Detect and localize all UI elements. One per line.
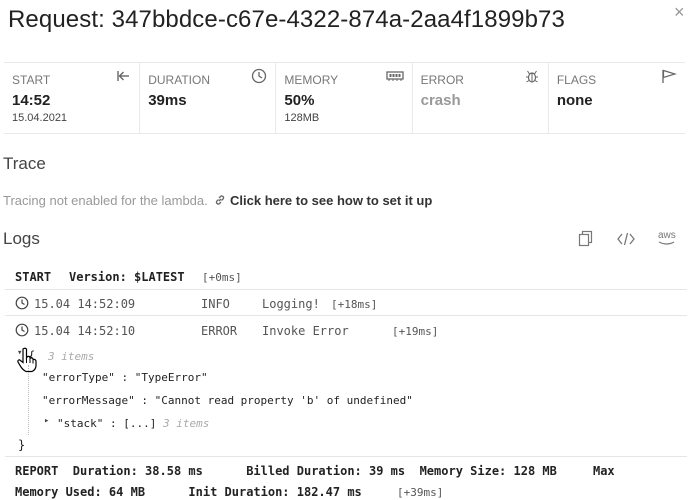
stat-flags: FLAGS none [549, 63, 685, 133]
log-version: Version: $LATEST [69, 270, 185, 284]
json-error-message: "errorMessage" : "Cannot read property '… [42, 394, 413, 407]
stat-value: crash [420, 92, 461, 109]
json-separator: : [121, 371, 129, 384]
aws-smile [658, 241, 675, 245]
report-line-1: REPORT Duration: 38.58 ms Billed Duratio… [15, 464, 615, 478]
log-row[interactable]: 15.04 14:52:09 INFO Logging! [+18ms] [5, 290, 687, 316]
json-stack[interactable]: "stack" : [...] 3 items [57, 417, 209, 430]
stat-memory: MEMORY 50% 128MB [276, 63, 413, 133]
log-offset: [+19ms] [392, 325, 439, 338]
link-icon [216, 195, 225, 205]
report-line-2: Memory Used: 64 MB Init Duration: 182.47… [15, 485, 362, 499]
stat-error: ERROR crash [413, 63, 549, 133]
json-key: "errorType" [42, 371, 115, 384]
json-value: "TypeError" [134, 371, 208, 384]
clock-icon [252, 68, 267, 84]
trace-heading: Trace [3, 154, 46, 173]
log-offset: [+0ms] [202, 271, 242, 284]
log-keyword: START [15, 270, 52, 284]
clock-icon [15, 323, 29, 337]
stat-duration: DURATION 39ms [140, 63, 277, 133]
json-value: [...] [123, 417, 157, 430]
trace-setup-link[interactable]: Click here to see how to set it up [230, 193, 432, 208]
trace-disabled-text: Tracing not enabled for the lambda. [3, 193, 208, 208]
json-viewer: ▾ { 3 items "errorType" : "TypeError" "e… [5, 342, 687, 457]
log-message: Invoke Error [262, 324, 349, 338]
log-row-start: START Version: $LATEST [+0ms] [5, 263, 687, 290]
log-offset: [+39ms] [397, 486, 444, 499]
json-error-type: "errorType" : "TypeError" [42, 371, 208, 384]
bug-icon [525, 70, 538, 83]
stat-value: 50% [284, 92, 315, 109]
log-row-report: REPORT Duration: 38.58 ms Billed Duratio… [5, 457, 687, 500]
json-separator: : [141, 394, 148, 407]
copy-icon[interactable] [578, 230, 594, 248]
log-row[interactable]: 15.04 14:52:10 ERROR Invoke Error [+19ms… [5, 316, 687, 342]
json-guide-line [28, 365, 29, 435]
flag-icon [662, 69, 677, 83]
json-items-hint: 3 items [48, 350, 95, 363]
log-level: INFO [201, 297, 230, 311]
aws-icon[interactable]: aws [658, 231, 676, 246]
json-key: "stack" [57, 417, 104, 430]
log-level: ERROR [201, 324, 238, 338]
stat-value: 14:52 [12, 92, 51, 109]
stat-sub: 15.04.2021 [12, 112, 68, 124]
log-offset: [+18ms] [331, 298, 378, 311]
stat-sub: 128MB [284, 112, 320, 124]
json-close-brace: } [18, 438, 26, 452]
stat-start: START 14:52 15.04.2021 [4, 63, 141, 133]
log-date: 15.04 14:52:09 [34, 297, 136, 311]
hand-cursor-icon [17, 347, 37, 373]
logs-heading: Logs [3, 229, 40, 248]
stat-value: none [556, 92, 593, 109]
close-icon[interactable]: × [674, 3, 685, 21]
expand-triangle-icon[interactable]: ▸ [44, 416, 49, 426]
page-title: Request: 347bbdce-c67e-4322-874a-2aa4f18… [8, 6, 565, 33]
json-items-hint: 3 items [162, 417, 210, 430]
json-separator: : [109, 417, 117, 430]
jump-to-start-icon[interactable] [115, 68, 131, 84]
stats-bar: START 14:52 15.04.2021 DURATION 39ms MEM… [4, 62, 685, 134]
json-value: "Cannot read property 'b' of undefined" [154, 394, 413, 407]
code-icon[interactable] [616, 230, 636, 248]
aws-label: aws [658, 230, 676, 241]
log-date: 15.04 14:52:10 [34, 324, 136, 338]
stat-value: 39ms [148, 92, 187, 109]
clock-icon [15, 296, 29, 310]
log-message: Logging! [262, 297, 320, 311]
json-key: "errorMessage" [42, 394, 135, 407]
memory-chip-icon [385, 71, 404, 81]
trace-message: Tracing not enabled for the lambda. Clic… [3, 193, 432, 208]
